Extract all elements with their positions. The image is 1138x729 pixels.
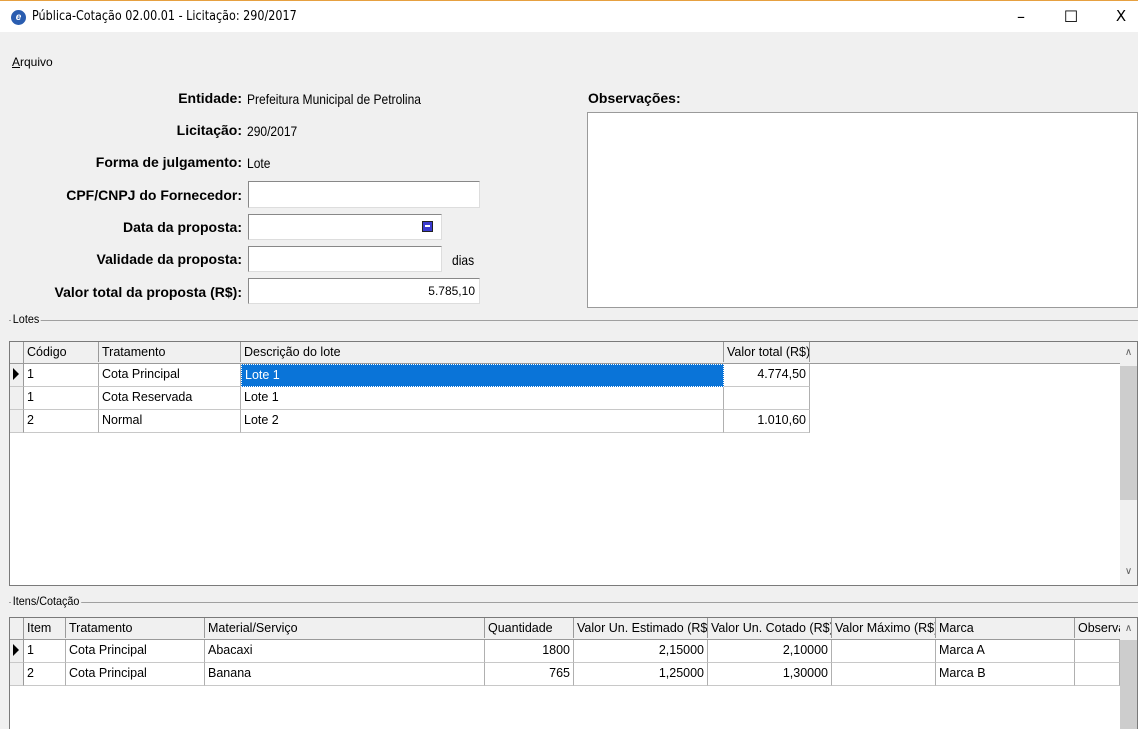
lotes-cell-codigo[interactable]: 1 <box>24 364 99 387</box>
itens-cell-valor-cotado[interactable]: 2,10000 <box>708 640 832 663</box>
lotes-col-valor-total[interactable]: Valor total (R$) <box>724 342 810 362</box>
itens-col-quantidade[interactable]: Quantidade <box>485 618 574 638</box>
validade-unit: dias <box>452 252 475 268</box>
itens-cell-valor-cotado[interactable]: 1,30000 <box>708 663 832 686</box>
validade-proposta-field[interactable] <box>248 246 442 272</box>
itens-scrollbar-thumb[interactable] <box>1120 640 1137 729</box>
menu-arquivo[interactable]: Arquivo <box>12 55 53 69</box>
lotes-cell-tratamento[interactable]: Cota Principal <box>99 364 241 387</box>
itens-cell-marca[interactable]: Marca B <box>936 663 1075 686</box>
lotes-cell-tratamento[interactable]: Normal <box>99 410 241 433</box>
lotes-cell-codigo[interactable]: 1 <box>24 387 99 410</box>
itens-col-tratamento[interactable]: Tratamento <box>66 618 205 638</box>
itens-cell-item[interactable]: 2 <box>24 663 66 686</box>
app-logo-icon: e <box>11 10 26 25</box>
lotes-col-descricao[interactable]: Descrição do lote <box>241 342 724 362</box>
itens-cell-tratamento[interactable]: Cota Principal <box>66 640 205 663</box>
itens-cell-valor-maximo[interactable] <box>832 640 936 663</box>
itens-scrollbar[interactable]: ∧ <box>1120 618 1137 729</box>
lotes-group-label: Lotes <box>11 312 42 326</box>
forma-julgamento-value: Lote <box>247 155 271 171</box>
lotes-scrollbar-thumb[interactable] <box>1120 366 1137 500</box>
cpf-cnpj-field[interactable] <box>248 181 480 208</box>
lotes-cell-tratamento[interactable]: Cota Reservada <box>99 387 241 410</box>
minimize-button[interactable]: – <box>998 2 1044 31</box>
licitacao-label: Licitação: <box>176 122 242 138</box>
entidade-value: Prefeitura Municipal de Petrolina <box>247 91 422 107</box>
valor-total-field[interactable]: 5.785,10 <box>248 278 480 304</box>
lotes-cell-valor[interactable]: 4.774,50 <box>724 364 810 387</box>
row-indicator <box>10 663 24 686</box>
itens-cell-marca[interactable]: Marca A <box>936 640 1075 663</box>
itens-cell-quantidade[interactable]: 765 <box>485 663 574 686</box>
data-proposta-label: Data da proposta: <box>122 219 242 235</box>
itens-header-indicator <box>10 618 24 639</box>
itens-cell-observacao[interactable] <box>1075 663 1120 686</box>
itens-cell-observacao[interactable] <box>1075 640 1120 663</box>
lotes-cell-descricao[interactable]: Lote 2 <box>241 410 724 433</box>
forma-julgamento-label: Forma de julgamento: <box>95 154 242 170</box>
observacoes-label: Observações: <box>588 90 681 106</box>
itens-grid[interactable]: Item Tratamento Material/Serviço Quantid… <box>9 617 1138 729</box>
lotes-header: Código Tratamento Descrição do lote Valo… <box>10 342 1120 364</box>
cpf-cnpj-label: CPF/CNPJ do Fornecedor: <box>66 187 242 203</box>
lotes-col-codigo[interactable]: Código <box>24 342 99 362</box>
calendar-icon[interactable] <box>422 221 433 232</box>
lotes-col-tratamento[interactable]: Tratamento <box>99 342 241 362</box>
row-pointer-icon <box>10 364 24 387</box>
itens-cell-valor-estimado[interactable]: 1,25000 <box>574 663 708 686</box>
scroll-up-icon[interactable]: ∧ <box>1120 347 1137 358</box>
lotes-cell-descricao[interactable]: Lote 1 <box>241 387 724 410</box>
itens-cell-material[interactable]: Abacaxi <box>205 640 485 663</box>
itens-cell-valor-estimado[interactable]: 2,15000 <box>574 640 708 663</box>
itens-group-border <box>9 602 1138 603</box>
window-title: Pública-Cotação 02.00.01 - Licitação: 29… <box>32 9 297 24</box>
itens-cell-quantidade[interactable]: 1800 <box>485 640 574 663</box>
itens-cell-valor-maximo[interactable] <box>832 663 936 686</box>
itens-col-material[interactable]: Material/Serviço <box>205 618 485 638</box>
row-indicator <box>10 387 24 410</box>
lotes-header-indicator <box>10 342 24 363</box>
maximize-button[interactable]: ☐ <box>1048 2 1094 31</box>
itens-col-observacao[interactable]: Observaç <box>1075 618 1120 638</box>
itens-col-valor-estimado[interactable]: Valor Un. Estimado (R$) <box>574 618 708 638</box>
scroll-up-icon[interactable]: ∧ <box>1120 623 1137 634</box>
itens-group-label: Itens/Cotação <box>11 594 82 608</box>
lotes-grid[interactable]: Código Tratamento Descrição do lote Valo… <box>9 341 1138 586</box>
lotes-cell-valor[interactable]: 1.010,60 <box>724 410 810 433</box>
itens-col-marca[interactable]: Marca <box>936 618 1075 638</box>
itens-col-item[interactable]: Item <box>24 618 66 638</box>
lotes-cell-descricao-selected[interactable]: Lote 1 <box>241 364 724 387</box>
observacoes-textarea[interactable] <box>587 112 1138 308</box>
itens-cell-item[interactable]: 1 <box>24 640 66 663</box>
licitacao-value: 290/2017 <box>247 123 298 139</box>
data-proposta-field[interactable] <box>248 214 442 240</box>
itens-col-valor-maximo[interactable]: Valor Máximo (R$) <box>832 618 936 638</box>
itens-header: Item Tratamento Material/Serviço Quantid… <box>10 618 1120 640</box>
itens-cell-tratamento[interactable]: Cota Principal <box>66 663 205 686</box>
validade-proposta-label: Validade da proposta: <box>96 251 242 267</box>
row-indicator <box>10 410 24 433</box>
lotes-cell-valor[interactable] <box>724 387 810 410</box>
row-pointer-icon <box>10 640 24 663</box>
valor-total-label: Valor total da proposta (R$): <box>54 284 242 300</box>
lotes-cell-codigo[interactable]: 2 <box>24 410 99 433</box>
close-button[interactable]: X <box>1098 2 1138 31</box>
entidade-label: Entidade: <box>178 90 242 106</box>
scroll-down-icon[interactable]: ∨ <box>1120 566 1137 577</box>
lotes-scrollbar[interactable]: ∧ ∨ <box>1120 342 1137 585</box>
itens-col-valor-cotado[interactable]: Valor Un. Cotado (R$) <box>708 618 832 638</box>
itens-cell-material[interactable]: Banana <box>205 663 485 686</box>
menu-bar <box>0 32 1138 76</box>
lotes-group-border <box>9 320 1138 321</box>
